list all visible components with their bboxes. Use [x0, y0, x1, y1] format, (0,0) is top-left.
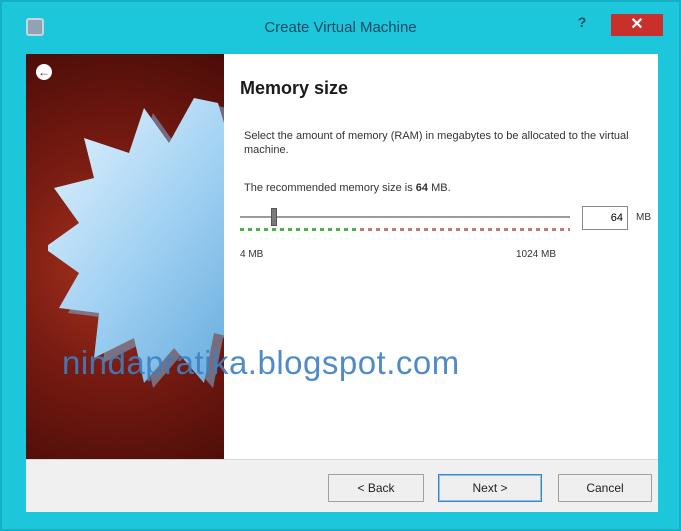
memory-unit-label: MB	[636, 212, 651, 223]
close-button[interactable]: ✕	[611, 14, 663, 36]
back-arrow-icon[interactable]: ←	[36, 64, 52, 80]
cancel-button[interactable]: Cancel	[558, 474, 652, 502]
slider-thumb[interactable]	[271, 208, 277, 226]
page-description: Select the amount of memory (RAM) in meg…	[244, 130, 629, 156]
recommended-prefix: The recommended memory size is	[244, 182, 416, 194]
slider-max-label: 1024 MB	[516, 249, 557, 260]
next-button[interactable]: Next >	[438, 474, 542, 502]
back-button[interactable]: < Back	[328, 474, 424, 502]
recommended-memory-text: The recommended memory size is 64 MB.	[244, 182, 451, 194]
wizard-client-area: ← Memory size Select the amount of memor…	[26, 54, 658, 512]
recommended-value: 64	[415, 182, 429, 194]
blog-watermark: nindapratika.blogspot.com	[62, 344, 460, 381]
title-bar[interactable]: Create Virtual Machine ? ✕	[2, 2, 679, 46]
wizard-side-image: ←	[26, 54, 224, 459]
page-heading: Memory size	[240, 78, 349, 98]
wizard-content: Memory size Select the amount of memory …	[224, 54, 658, 459]
memory-slider[interactable]	[240, 206, 570, 236]
slider-track[interactable]	[240, 216, 570, 218]
wizard-footer: < Back Next > Cancel	[26, 459, 658, 512]
vm-wizard-window: Create Virtual Machine ? ✕ ← Memory size	[0, 0, 681, 531]
slider-min-label: 4 MB	[240, 249, 264, 260]
help-button[interactable]: ?	[571, 14, 593, 34]
recommended-suffix: MB.	[428, 182, 451, 194]
slider-ticks-warning	[360, 228, 570, 231]
memory-size-input[interactable]	[582, 206, 628, 230]
